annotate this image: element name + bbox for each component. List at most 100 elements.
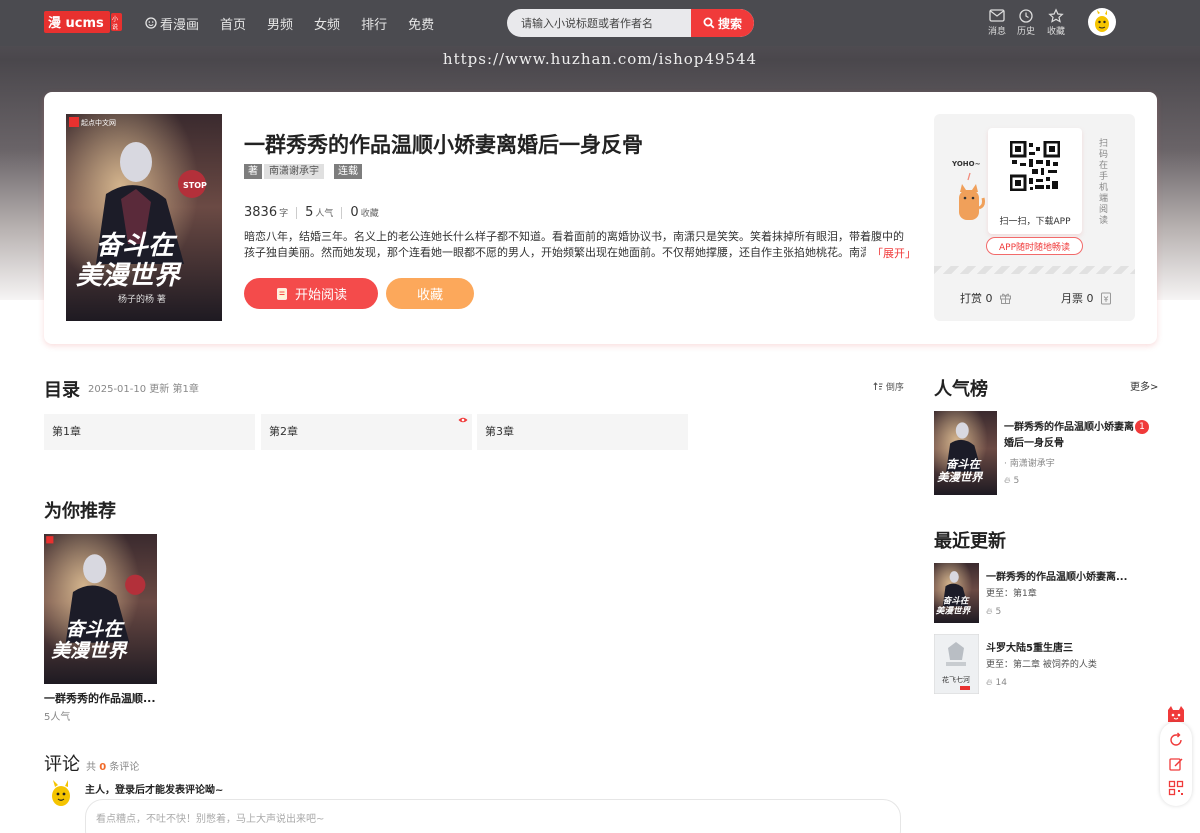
nav-label: 女频 [314,17,341,33]
eye-icon [458,417,468,423]
nav-male[interactable]: 男频 [267,14,293,33]
comments-count-text: 共 0 条评论 [86,758,139,773]
recent-book-title: 一群秀秀的作品温顺小娇妻离... [986,572,1128,583]
app-download-box: YOHO~ 扫一扫，下载APP 扫码在手机端阅读 APP随时随地畅读 打赏 0 … [934,114,1135,321]
nav-female[interactable]: 女频 [314,14,340,33]
message-icon [989,9,1005,22]
more-link[interactable]: 更多> [1130,378,1158,393]
comment-input[interactable] [85,799,901,833]
mascot-avatar-icon [1095,10,1109,32]
count-prefix: 共 [86,762,96,773]
qr-label: 扫一扫，下载APP [999,217,1071,227]
watermark-text: https://www.huzhan.com/ishop49544 [442,50,758,68]
recent-book-cover: 奋斗在 美漫世界 [934,563,979,623]
search-box: 搜索 [507,9,754,37]
cover-publisher: 起点中文网 [81,118,116,127]
toc-title: 目录 [44,380,80,401]
ticket-label: 月票 [1061,292,1083,305]
add-favorite-button[interactable]: 收藏 [386,278,474,309]
nav-label: 排行 [361,17,388,33]
book-stats: 3836 字 5 人气 0 收藏 [244,205,379,220]
refresh-icon[interactable] [1168,732,1184,748]
app-read-button[interactable]: APP随时随地畅读 [986,237,1083,255]
history-button[interactable]: 历史 [1011,8,1041,37]
cover-author: 杨子的杨 著 [118,293,166,305]
expand-intro-link[interactable]: 「展开」 [866,245,916,261]
recent-book-hot: 🔥︎ 5 [986,607,1001,617]
book-icon [277,287,287,300]
popularity-unit: 人气 [315,209,334,219]
edit-icon[interactable] [1168,756,1184,772]
popular-title: 人气榜 [934,379,988,400]
author-name[interactable]: 南潇谢承宇 [264,164,324,179]
messages-button[interactable]: 消息 [982,8,1012,37]
nav-ranking[interactable]: 排行 [361,14,387,33]
recommend-book-cover[interactable]: 奋斗在 美漫世界 [44,534,157,684]
nav-home[interactable]: 首页 [220,14,246,33]
login-tip[interactable]: 主人，登录后才能发表评论呦~ [85,781,223,796]
rank-list-item[interactable]: 奋斗在 美漫世界 一群秀秀的作品温顺小娇妻离婚后一身反骨 · 南潇谢承宇 🔥︎ … [934,411,1156,496]
chapter-item[interactable]: 第2章 [261,414,472,450]
site-logo[interactable]: 漫 ucms 小 说 [44,11,122,33]
recent-title: 最近更新 [934,531,1006,552]
tip-button[interactable]: 打赏 0 [960,290,1012,306]
search-button[interactable]: 搜索 [691,9,754,37]
chapter-item[interactable]: 第1章 [44,414,255,450]
favorites-count: 0 [350,205,359,220]
book-intro: 暗恋八年，结婚三年。名义上的老公连她长什么样子都不知道。看着面前的离婚协议书，南… [244,230,904,259]
history-label: 历史 [1016,27,1035,37]
cover-title-line-1: 奋斗在 [66,618,126,640]
messages-label: 消息 [987,27,1006,37]
monthly-ticket-button[interactable]: 月票 0 [1061,290,1112,306]
rank-book-hot: 🔥︎ 5 [1004,476,1019,486]
rank-badge: 1 [1135,420,1149,434]
search-button-label: 搜索 [717,16,742,31]
recent-list-item[interactable]: 奋斗在 美漫世界 一群秀秀的作品温顺小娇妻离... 更至：第1章 🔥︎ 5 [934,563,1156,623]
qr-code-card[interactable]: 扫一扫，下载APP [988,128,1082,234]
nav-label: 免费 [408,17,435,33]
book-tags: 著 南潇谢承宇 连载 [244,164,362,179]
recommend-title: 为你推荐 [44,501,116,522]
book-info-card: STOP 起点中文网 奋斗在 美漫世界 杨子的杨 著 一群秀秀的作品温顺小娇妻离… [44,92,1157,344]
scan-side-text: 扫码在手机端阅读 [1099,139,1109,226]
ticket-icon [1100,292,1111,304]
hot-count: 5 [995,607,1002,617]
divider [296,206,298,219]
favorites-button[interactable]: 收藏 [1041,8,1071,37]
cover-title-line-2: 美漫世界 [76,261,182,291]
sort-label: 倒序 [885,383,904,393]
tip-label: 打赏 [960,292,982,305]
svg-text:小: 小 [112,15,118,23]
nav-free[interactable]: 免费 [408,14,434,33]
status-badge: 连载 [334,164,362,179]
chapter-label: 第3章 [485,425,514,438]
recent-list-item[interactable]: 花飞七河 斗罗大陆5重生唐三 更至：第二章 被饲养的人类 🔥︎ 14 [934,634,1156,694]
rank-book-author: · 南潇谢承宇 [1004,459,1055,469]
hot-count: 14 [995,678,1007,688]
comment-avatar-icon [52,780,70,806]
search-input[interactable] [507,9,692,37]
nav-label: 看漫画 [160,17,200,33]
recommend-book-title[interactable]: 一群秀秀的作品温顺... [44,690,162,706]
flame-icon: 🔥︎ [986,607,993,617]
nav-comics[interactable]: 看漫画 [145,14,199,33]
floating-toolbar [1160,722,1192,806]
author-tag: 著 [244,164,262,179]
user-avatar[interactable] [1088,8,1116,36]
nav-label: 首页 [220,17,247,33]
svg-text:漫 ucms: 漫 ucms [48,15,104,31]
app-read-label: APP随时随地畅读 [998,242,1070,253]
qr-code-icon[interactable] [1168,780,1184,796]
start-reading-label: 开始阅读 [294,288,347,303]
sort-toggle[interactable]: 倒序 [873,380,904,393]
chapter-item[interactable]: 第3章 [477,414,688,450]
word-count: 3836 [244,205,278,220]
main-nav: 看漫画 首页 男频 女频 排行 免费 [145,0,455,46]
flame-icon: 🔥︎ [1004,476,1011,486]
start-reading-button[interactable]: 开始阅读 [244,278,378,309]
comments-title: 评论 [44,754,80,775]
count-suffix: 条评论 [109,762,140,773]
book-cover[interactable]: STOP 起点中文网 奋斗在 美漫世界 杨子的杨 著 [66,114,222,321]
svg-text:STOP: STOP [183,181,207,190]
cover-text: 花飞七河 [942,675,970,684]
